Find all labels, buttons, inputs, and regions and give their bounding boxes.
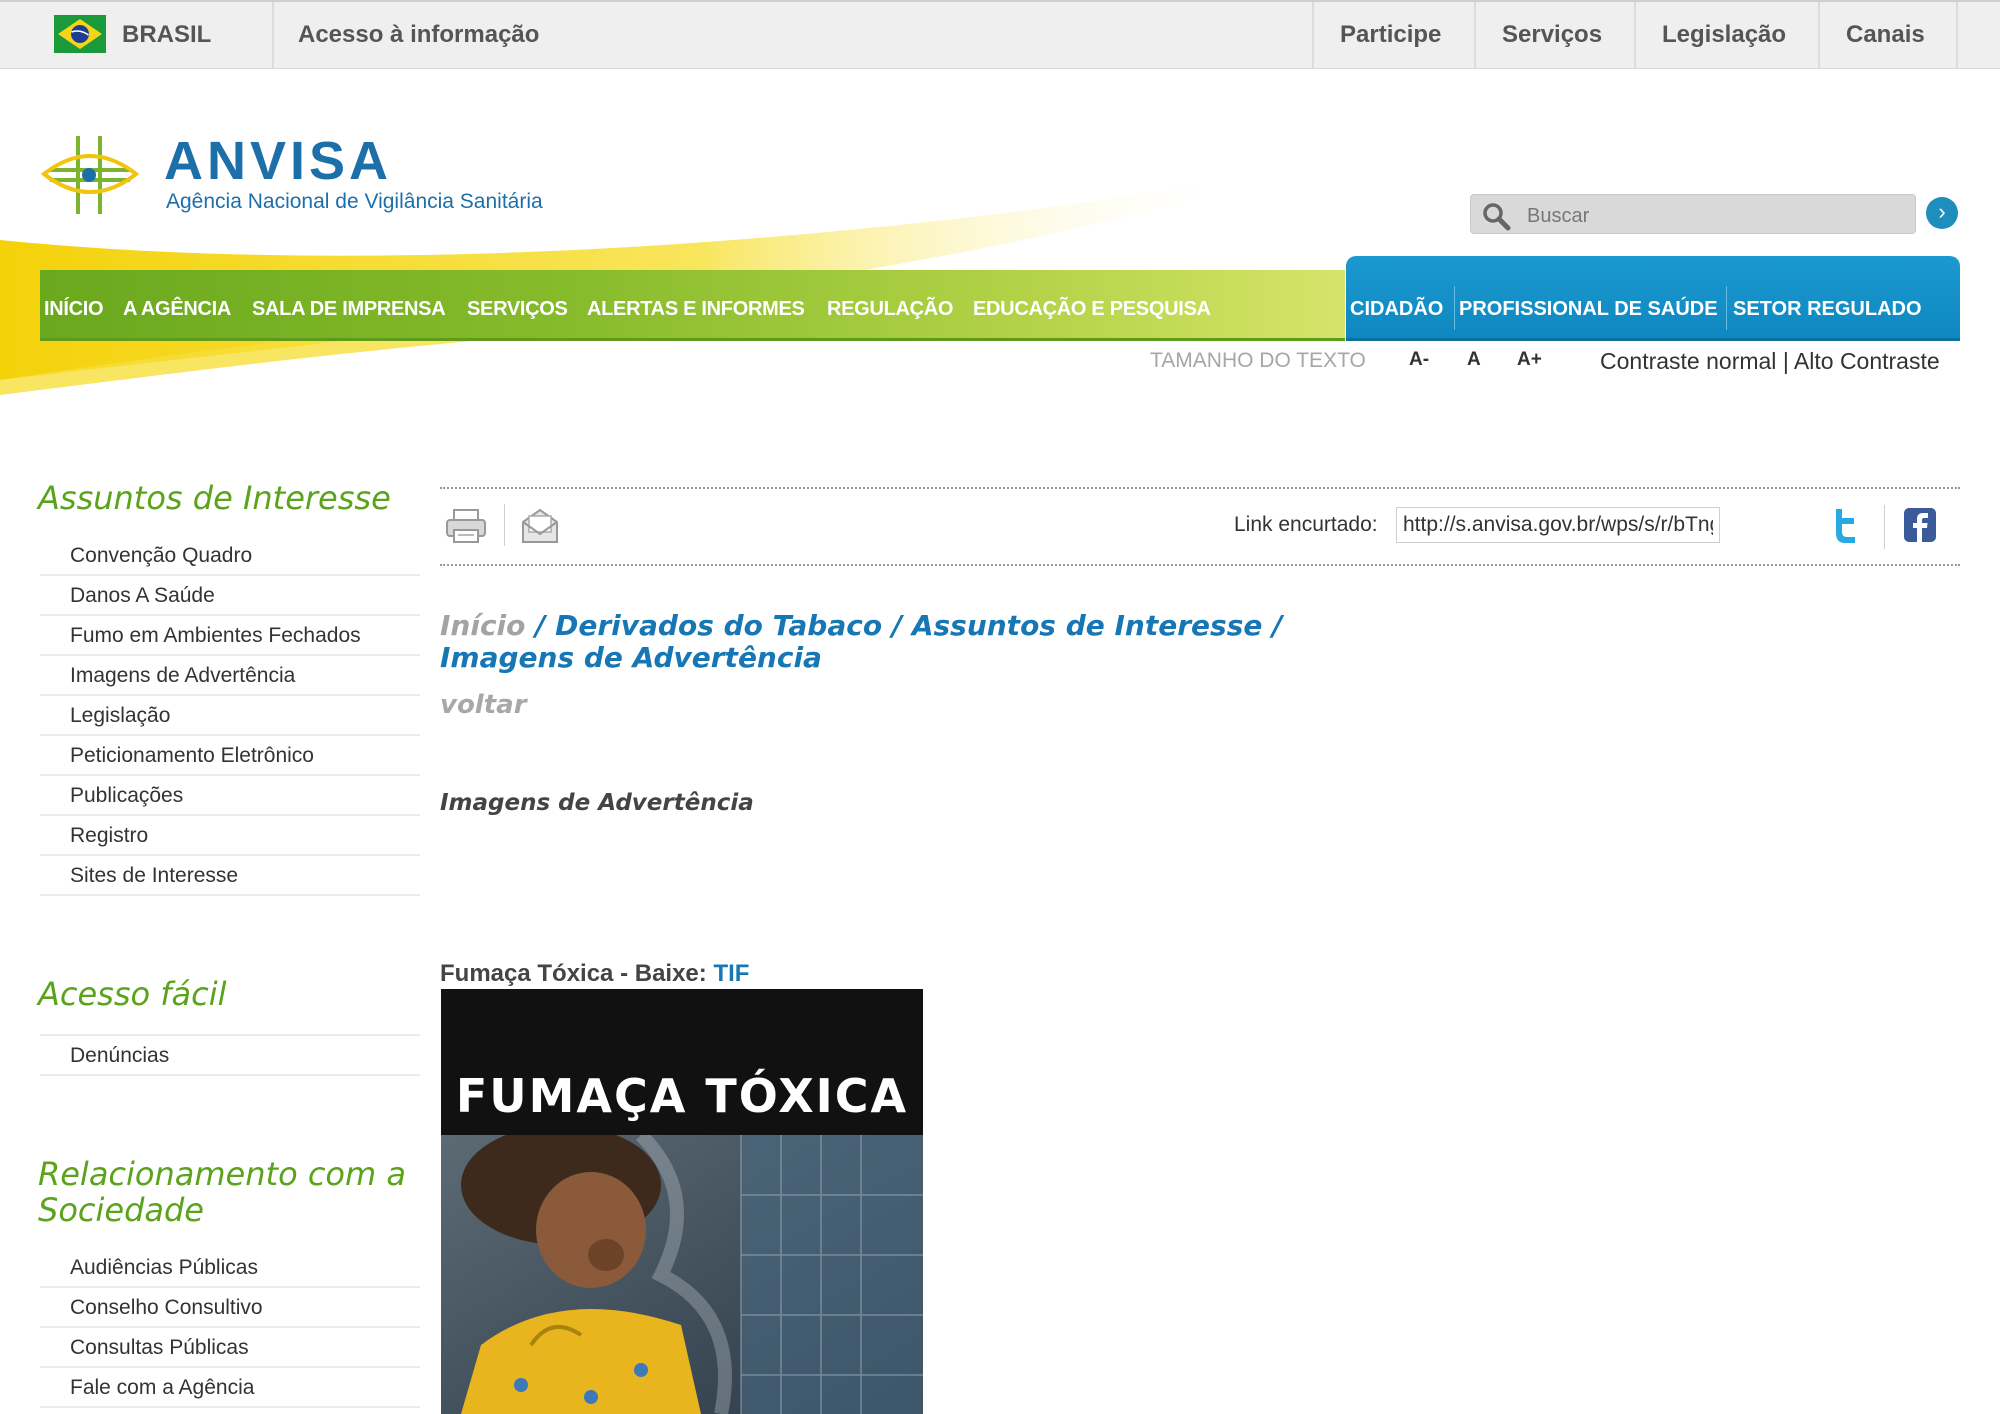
- divider: [440, 564, 1960, 566]
- divider: [1474, 2, 1476, 68]
- facebook-icon[interactable]: [1904, 508, 1936, 542]
- breadcrumb-home[interactable]: Início: [440, 609, 525, 642]
- search-submit-button[interactable]: ›: [1926, 197, 1958, 229]
- main-nav: INÍCIO A AGÊNCIA SALA DE IMPRENSA SERVIÇ…: [40, 270, 1345, 341]
- warning-image[interactable]: FUMAÇA TÓXICA: [441, 989, 923, 1414]
- search-placeholder: Buscar: [1527, 205, 1590, 227]
- divider: [272, 2, 274, 68]
- sidebar-item-publicacoes[interactable]: Publicações: [40, 776, 420, 816]
- divider: [1454, 286, 1455, 330]
- download-tif-link[interactable]: TIF: [713, 960, 749, 987]
- email-icon[interactable]: [518, 506, 562, 546]
- sidebar-item-conselho-consultivo[interactable]: Conselho Consultivo: [40, 1288, 420, 1328]
- divider: [1884, 505, 1885, 549]
- breadcrumb-item-derivados-do-tabaco[interactable]: Derivados do Tabaco: [555, 609, 882, 642]
- contrast-switch: Contraste normal | Alto Contraste: [1600, 348, 1940, 375]
- text-size-decrease-button[interactable]: A-: [1409, 349, 1429, 371]
- nav-a-agencia[interactable]: A AGÊNCIA: [123, 298, 231, 321]
- divider: [1726, 286, 1727, 330]
- short-link-field[interactable]: [1396, 507, 1720, 543]
- gov-link-legislacao[interactable]: Legislação: [1662, 21, 1786, 49]
- nav-setor-regulado[interactable]: SETOR REGULADO: [1733, 298, 1922, 321]
- breadcrumb-current: Imagens de Advertência: [440, 641, 822, 674]
- brasil-link[interactable]: BRASIL: [122, 21, 211, 49]
- contrast-high-link[interactable]: Alto Contraste: [1794, 348, 1940, 374]
- chevron-right-icon: ›: [1938, 199, 1946, 224]
- figure-caption: Fumaça Tóxica - Baixe: TIF: [440, 960, 749, 988]
- figure-caption-text: Fumaça Tóxica - Baixe:: [440, 960, 707, 987]
- nav-sala-de-imprensa[interactable]: SALA DE IMPRENSA: [252, 298, 446, 321]
- breadcrumb-separator: /: [882, 609, 912, 642]
- sidebar-item-sites-de-interesse[interactable]: Sites de Interesse: [40, 856, 420, 896]
- nav-cidadao[interactable]: CIDADÃO: [1350, 298, 1443, 321]
- nav-regulacao[interactable]: REGULAÇÃO: [827, 298, 953, 321]
- nav-profissional-de-saude[interactable]: PROFISSIONAL DE SAÚDE: [1459, 298, 1718, 321]
- brand-subtitle: Agência Nacional de Vigilância Sanitária: [166, 190, 543, 213]
- brazil-flag-icon[interactable]: [54, 15, 106, 53]
- sidebar-heading-acesso-facil: Acesso fácil: [38, 975, 227, 1013]
- breadcrumb: Início / Derivados do Tabaco / Assuntos …: [440, 610, 1340, 674]
- back-link[interactable]: voltar: [440, 690, 527, 720]
- nav-inicio[interactable]: INÍCIO: [44, 298, 104, 321]
- sidebar-item-audiencias-publicas[interactable]: Audiências Públicas: [40, 1248, 420, 1288]
- sidebar-item-denuncias[interactable]: Denúncias: [40, 1036, 420, 1076]
- sidebar-list-relacionamento: Audiências Públicas Conselho Consultivo …: [40, 1248, 420, 1408]
- warning-photo: [441, 1135, 923, 1414]
- brand-name[interactable]: ANVISA: [164, 130, 392, 192]
- divider: [1634, 2, 1636, 68]
- sidebar-list-acesso-facil: Denúncias: [40, 1034, 420, 1076]
- breadcrumb-item-assuntos-de-interesse[interactable]: Assuntos de Interesse: [912, 609, 1263, 642]
- sidebar-item-peticionamento-eletronico[interactable]: Peticionamento Eletrônico: [40, 736, 420, 776]
- gov-bar: BRASIL Acesso à informação Participe Ser…: [0, 0, 2000, 69]
- nav-servicos[interactable]: SERVIÇOS: [467, 298, 568, 321]
- sidebar-item-legislacao[interactable]: Legislação: [40, 696, 420, 736]
- divider: [504, 504, 505, 546]
- breadcrumb-separator: /: [525, 609, 556, 642]
- search-input[interactable]: Buscar: [1470, 194, 1916, 234]
- twitter-icon[interactable]: [1830, 505, 1860, 545]
- sidebar-item-imagens-de-advertencia[interactable]: Imagens de Advertência: [40, 656, 420, 696]
- anvisa-logo-icon[interactable]: [40, 130, 140, 220]
- divider: [1956, 2, 1958, 68]
- sidebar-list-assuntos: Convenção Quadro Danos A Saúde Fumo em A…: [40, 536, 420, 896]
- divider: [440, 487, 1960, 489]
- sidebar-item-registro[interactable]: Registro: [40, 816, 420, 856]
- sidebar-item-fale-com-a-agencia[interactable]: Fale com a Agência: [40, 1368, 420, 1408]
- search-icon: [1483, 203, 1511, 231]
- short-link-label: Link encurtado:: [1234, 513, 1378, 536]
- divider: [1312, 2, 1314, 68]
- sidebar-item-danos-a-saude[interactable]: Danos A Saúde: [40, 576, 420, 616]
- text-size-normal-button[interactable]: A: [1467, 349, 1481, 371]
- sidebar-item-consultas-publicas[interactable]: Consultas Públicas: [40, 1328, 420, 1368]
- warning-image-title: FUMAÇA TÓXICA: [455, 1069, 909, 1123]
- audience-nav: CIDADÃO PROFISSIONAL DE SAÚDE SETOR REGU…: [1346, 256, 1960, 341]
- gov-link-participe[interactable]: Participe: [1340, 21, 1441, 49]
- sidebar-heading-assuntos: Assuntos de Interesse: [38, 479, 391, 517]
- breadcrumb-separator: /: [1262, 609, 1283, 642]
- contrast-separator: |: [1782, 348, 1789, 374]
- divider: [1818, 2, 1820, 68]
- page-title: Imagens de Advertência: [440, 790, 754, 816]
- access-info-link[interactable]: Acesso à informação: [298, 21, 539, 49]
- text-size-increase-button[interactable]: A+: [1517, 349, 1542, 371]
- contrast-normal-link[interactable]: Contraste normal: [1600, 348, 1776, 374]
- nav-educacao-e-pesquisa[interactable]: EDUCAÇÃO E PESQUISA: [973, 298, 1211, 321]
- nav-alertas-e-informes[interactable]: ALERTAS E INFORMES: [587, 298, 805, 321]
- gov-link-servicos[interactable]: Serviços: [1502, 21, 1602, 49]
- gov-link-canais[interactable]: Canais: [1846, 21, 1925, 49]
- sidebar-item-convencao-quadro[interactable]: Convenção Quadro: [40, 536, 420, 576]
- text-size-label: TAMANHO DO TEXTO: [1150, 349, 1366, 372]
- sidebar-item-fumo-ambientes-fechados[interactable]: Fumo em Ambientes Fechados: [40, 616, 420, 656]
- sidebar-heading-relacionamento: Relacionamento com a Sociedade: [38, 1155, 406, 1229]
- print-icon[interactable]: [444, 506, 488, 546]
